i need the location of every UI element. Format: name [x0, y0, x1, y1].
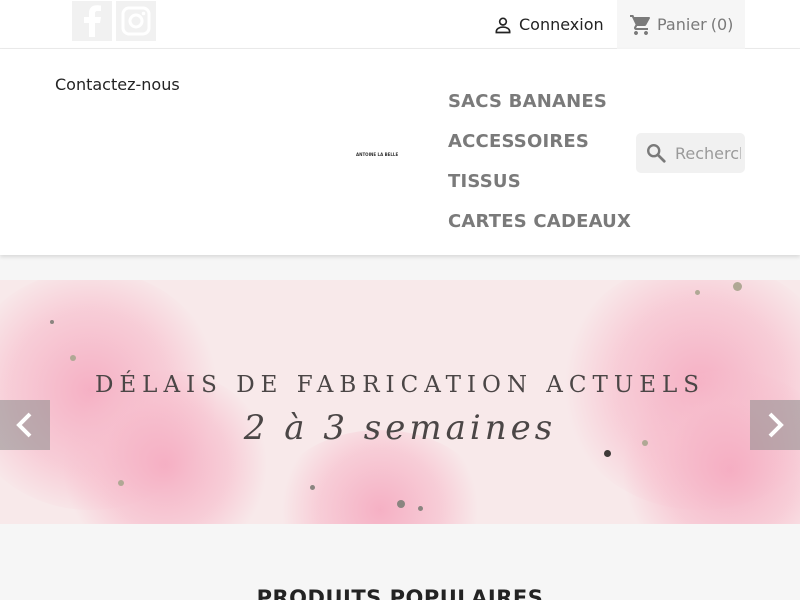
- main-menu: SACS BANANES ACCESSOIRES TISSUS CARTES C…: [448, 82, 631, 242]
- search-input[interactable]: [675, 143, 741, 163]
- chevron-right-icon: [768, 412, 784, 438]
- carousel-next-button[interactable]: [750, 400, 800, 450]
- search-box: [636, 133, 745, 173]
- decor-dot: [70, 355, 76, 361]
- contact-link[interactable]: Contactez-nous: [55, 75, 180, 94]
- banner-subtitle: 2 à 3 semaines: [243, 408, 557, 448]
- menu-item-tissus[interactable]: TISSUS: [448, 162, 631, 202]
- user-icon: [495, 17, 511, 33]
- search-icon[interactable]: [645, 142, 667, 164]
- instagram-icon: [121, 6, 151, 36]
- decor-dot: [733, 282, 742, 291]
- logo-text: ANTOINE LA BELLE: [356, 151, 399, 157]
- decor-dot: [118, 480, 124, 486]
- hero-banner[interactable]: DÉLAIS DE FABRICATION ACTUELS 2 à 3 sema…: [0, 280, 800, 524]
- decor-dot: [418, 506, 423, 511]
- banner-title: DÉLAIS DE FABRICATION ACTUELS: [94, 372, 706, 398]
- menu-item-cartes-cadeaux[interactable]: CARTES CADEAUX: [448, 202, 631, 242]
- decor-dot: [695, 290, 700, 295]
- popular-products-heading: PRODUITS POPULAIRES: [256, 586, 544, 600]
- login-link[interactable]: Connexion: [493, 0, 604, 49]
- cart-button[interactable]: Panier (0): [617, 0, 745, 49]
- decor-dot: [310, 485, 315, 490]
- decor-dot: [50, 320, 54, 324]
- cart-count: (0): [710, 15, 734, 34]
- site-logo[interactable]: ANTOINE LA BELLE: [354, 147, 398, 161]
- chevron-left-icon: [16, 412, 32, 438]
- decor-dot: [604, 450, 611, 457]
- cart-label: Panier: [657, 15, 707, 34]
- menu-item-sacs-bananes[interactable]: SACS BANANES: [448, 82, 631, 122]
- menu-item-accessoires[interactable]: ACCESSOIRES: [448, 122, 631, 162]
- carousel-prev-button[interactable]: [0, 400, 50, 450]
- facebook-link[interactable]: [72, 1, 112, 41]
- cart-icon: [630, 14, 650, 35]
- facebook-icon: [84, 5, 101, 37]
- top-bar: Connexion Panier (0): [0, 0, 800, 49]
- instagram-link[interactable]: [116, 1, 156, 41]
- decor-dot: [397, 500, 405, 508]
- login-label: Connexion: [519, 15, 604, 34]
- main-header: Contactez-nous ANTOINE LA BELLE SACS BAN…: [0, 49, 800, 255]
